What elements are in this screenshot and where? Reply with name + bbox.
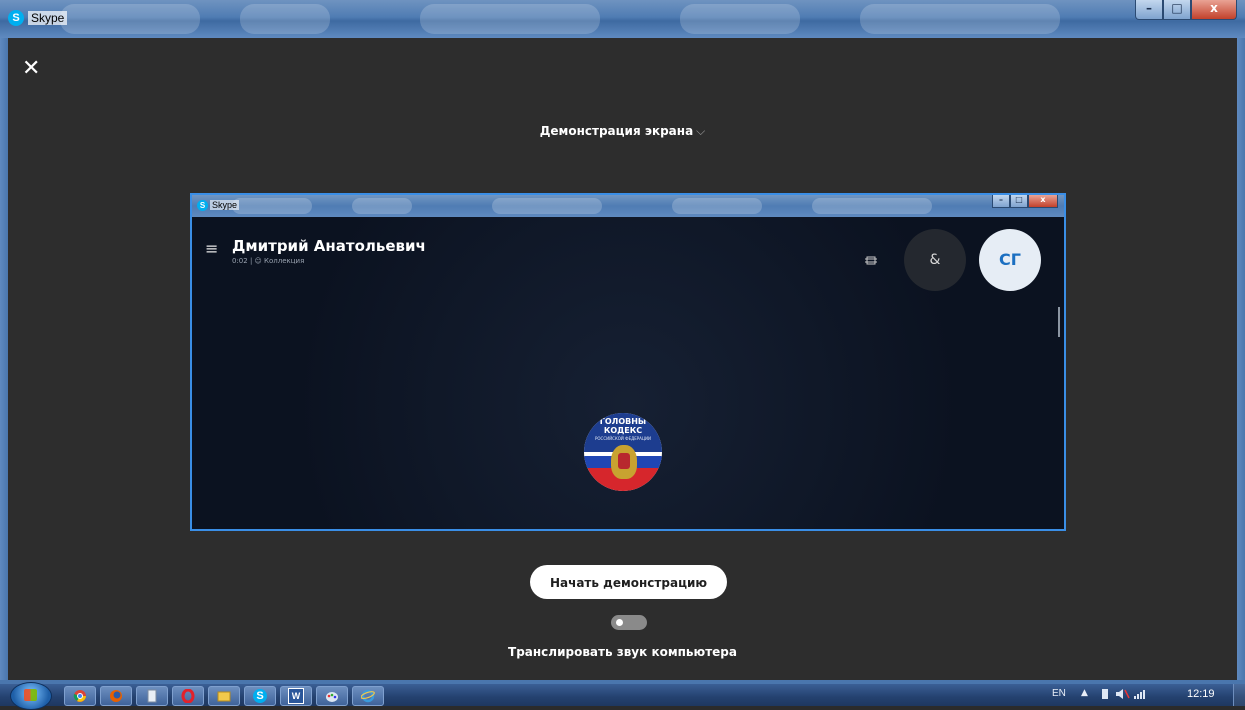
screen-share-icon — [865, 255, 879, 270]
emblem-text-line2: КОДЕКС — [603, 426, 643, 435]
toggle-knob — [616, 619, 623, 626]
window-frame-right — [1237, 38, 1245, 680]
preview-minimize-icon: – — [992, 195, 1010, 208]
volume-icon — [1116, 689, 1130, 699]
firefox-icon[interactable] — [100, 686, 132, 706]
preview-skype-icon: S — [197, 200, 208, 211]
window-frame-left — [0, 38, 8, 680]
chrome-icon[interactable] — [64, 686, 96, 706]
chevron-down-icon: ⌵ — [696, 124, 706, 138]
preview-window-controls: – □ x — [992, 195, 1058, 208]
add-person-icon: & — [904, 229, 966, 291]
preview-titlebar: S Skype – □ x — [192, 195, 1064, 217]
computer-audio-toggle[interactable] — [611, 615, 647, 630]
opera-icon[interactable] — [172, 686, 204, 706]
window-title: Skype — [28, 11, 68, 25]
preview-contact-name: Дмитрий Анатольевич — [232, 237, 426, 255]
system-tray — [1100, 687, 1160, 704]
preview-window-title: Skype — [210, 200, 240, 210]
minimize-button[interactable]: – — [1135, 0, 1163, 20]
paint-icon[interactable] — [316, 686, 348, 706]
close-icon[interactable]: ✕ — [22, 58, 40, 80]
skype-icon[interactable]: S — [244, 686, 276, 706]
word-icon[interactable]: W — [280, 686, 312, 706]
start-screen-share-button[interactable]: Начать демонстрацию — [530, 565, 727, 599]
screen-share-title-text: Демонстрация экрана — [539, 124, 694, 138]
maximize-button[interactable]: □ — [1163, 0, 1191, 20]
screen-share-title[interactable]: Демонстрация экрана ⌵ — [8, 124, 1237, 139]
skype-logo-icon: S — [8, 10, 24, 26]
screen-preview: S Skype – □ x ≡ Дмитрий Анатольевич 0:02… — [190, 193, 1066, 531]
preview-avatar: СГ — [979, 229, 1041, 291]
computer-audio-label: Транслировать звук компьютера — [508, 645, 737, 659]
windows-taskbar: S W EN ▲ 12:19 — [0, 682, 1245, 710]
notepad-icon[interactable] — [136, 686, 168, 706]
emblem-text-line3: РОССИЙСКОЙ ФЕДЕРАЦИИ — [594, 436, 652, 441]
emblem-text-line1: ГОЛОВНЫ — [599, 417, 647, 426]
preview-call-status: 0:02 | ☺ Коллекция — [232, 257, 305, 265]
clock[interactable]: 12:19 — [1187, 688, 1215, 700]
explorer-icon[interactable] — [208, 686, 240, 706]
screen-share-panel: ✕ Демонстрация экрана ⌵ S Skype – □ x ≡ Д… — [8, 38, 1237, 680]
preview-scrollbar — [1058, 307, 1060, 337]
power-icon — [1102, 689, 1108, 699]
language-indicator[interactable]: EN — [1052, 688, 1066, 699]
window-controls: – □ x — [1135, 0, 1237, 20]
hamburger-menu-icon: ≡ — [205, 239, 219, 258]
ie-icon[interactable] — [352, 686, 384, 706]
network-icon — [1134, 690, 1145, 699]
windows-logo-icon — [24, 689, 37, 701]
preview-call-view: ≡ Дмитрий Анатольевич 0:02 | ☺ Коллекция… — [192, 217, 1064, 529]
window-titlebar[interactable]: S Skype – □ x — [0, 0, 1245, 38]
close-window-button[interactable]: x — [1191, 0, 1237, 20]
contact-avatar-emblem: ГОЛОВНЫ КОДЕКС РОССИЙСКОЙ ФЕДЕРАЦИИ — [584, 413, 662, 491]
show-hidden-icons-icon[interactable]: ▲ — [1081, 688, 1088, 698]
preview-close-icon: x — [1028, 195, 1058, 208]
show-desktop-button[interactable] — [1233, 684, 1245, 706]
preview-maximize-icon: □ — [1010, 195, 1028, 208]
